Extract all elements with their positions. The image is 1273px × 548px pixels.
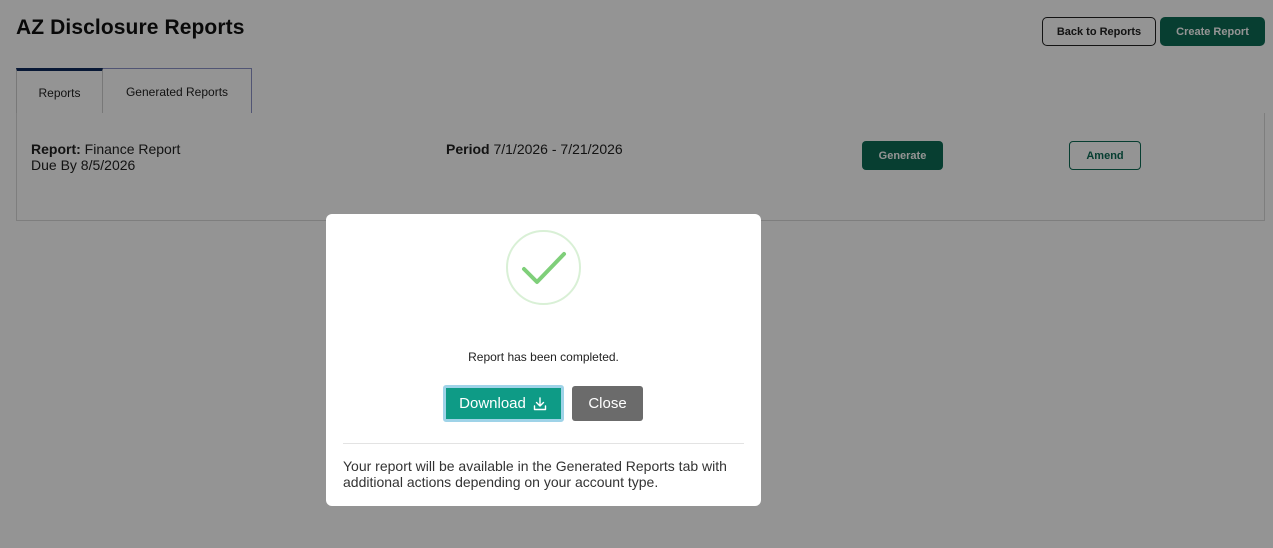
download-icon — [533, 396, 547, 410]
check-icon — [521, 251, 566, 284]
modal-divider — [343, 443, 744, 444]
close-button[interactable]: Close — [572, 386, 643, 421]
download-button[interactable]: Download — [443, 385, 564, 422]
download-button-label: Download — [459, 395, 526, 412]
modal-footer-text: Your report will be available in the Gen… — [343, 458, 727, 490]
modal-message: Report has been completed. — [468, 350, 619, 364]
success-modal: Report has been completed. Download Clos… — [326, 214, 761, 506]
success-circle — [506, 230, 581, 305]
